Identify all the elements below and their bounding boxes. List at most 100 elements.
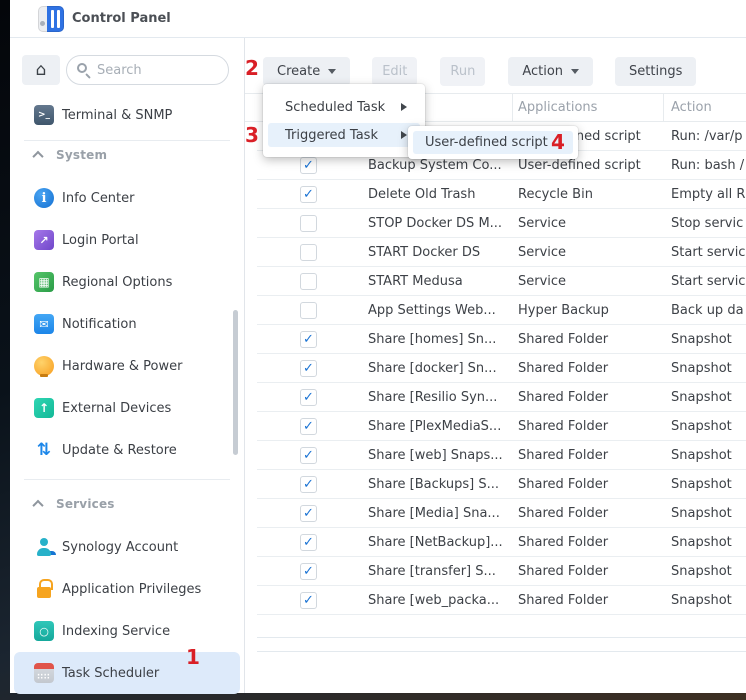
table-row: Share [homes] Sn... Shared Folder Snapshot bbox=[257, 325, 746, 354]
caret-down-icon bbox=[571, 69, 579, 78]
search-input[interactable] bbox=[66, 55, 229, 85]
table-row: STOP Docker DS M...ServiceStop servic bbox=[257, 209, 746, 238]
table-row: Delete Old TrashRecycle BinEmpty all R bbox=[257, 180, 746, 209]
create-dropdown-menu: Scheduled Task Triggered Task bbox=[263, 84, 425, 157]
column-header-applications[interactable]: Applications bbox=[518, 94, 597, 121]
sidebar-item-label: Notification bbox=[62, 317, 137, 332]
row-checkbox[interactable] bbox=[300, 273, 317, 290]
application-cell: Shared Folder bbox=[518, 506, 658, 521]
row-checkbox[interactable] bbox=[300, 215, 317, 232]
sidebar-divider bbox=[24, 479, 230, 480]
lock-icon bbox=[34, 579, 54, 599]
button-label: Action bbox=[522, 64, 563, 79]
sidebar-item-update-restore[interactable]: Update & Restore bbox=[14, 429, 240, 471]
update-restore-icon bbox=[34, 440, 54, 460]
sidebar: ⌂ Terminal & SNMP System Info Center Login … bbox=[10, 38, 245, 693]
toolbar-action-button[interactable]: Action bbox=[508, 57, 593, 86]
toolbar-edit-button[interactable]: Edit bbox=[372, 57, 417, 86]
row-checkbox[interactable] bbox=[300, 505, 317, 522]
application-cell: Shared Folder bbox=[518, 361, 658, 376]
application-cell: Shared Folder bbox=[518, 332, 658, 347]
row-checkbox[interactable] bbox=[300, 476, 317, 493]
table-row: Share [Backups] S...Shared FolderSnapsho… bbox=[257, 470, 746, 499]
sidebar-item-terminal-snmp[interactable]: Terminal & SNMP bbox=[14, 98, 240, 132]
application-cell: Shared Folder bbox=[518, 564, 658, 579]
header-divider bbox=[663, 94, 664, 121]
application-cell: Shared Folder bbox=[518, 477, 658, 492]
sidebar-item-hardware-power[interactable]: Hardware & Power bbox=[14, 345, 240, 387]
sidebar-item-application-privileges[interactable]: Application Privileges bbox=[14, 568, 240, 610]
section-header-services[interactable]: Services bbox=[10, 490, 244, 518]
row-checkbox[interactable] bbox=[300, 534, 317, 551]
row-checkbox[interactable] bbox=[300, 592, 317, 609]
task-name-cell: App Settings Web... bbox=[368, 303, 513, 318]
toolbar-run-button[interactable]: Run bbox=[440, 57, 485, 86]
action-cell: Snapshot bbox=[671, 332, 746, 347]
table-row: START Docker DSServiceStart servic bbox=[257, 238, 746, 267]
row-checkbox[interactable] bbox=[300, 447, 317, 464]
sidebar-item-info-center[interactable]: Info Center bbox=[14, 177, 240, 219]
task-name-cell: Share [PlexMediaS... bbox=[368, 419, 513, 434]
table-row: Share [NetBackup]...Shared FolderSnapsho… bbox=[257, 528, 746, 557]
sidebar-item-label: Terminal & SNMP bbox=[62, 108, 172, 123]
sidebar-item-notification[interactable]: Notification bbox=[14, 303, 240, 345]
table-row: Share [PlexMediaS...Shared FolderSnapsho… bbox=[257, 412, 746, 441]
regional-options-icon bbox=[34, 272, 54, 292]
row-checkbox[interactable] bbox=[300, 302, 317, 319]
sidebar-item-label: Indexing Service bbox=[62, 624, 170, 639]
sidebar-item-label: Task Scheduler bbox=[62, 666, 159, 681]
sidebar-item-login-portal[interactable]: Login Portal bbox=[14, 219, 240, 261]
sidebar-item-synology-account[interactable]: Synology Account bbox=[14, 526, 240, 568]
row-checkbox[interactable] bbox=[300, 331, 317, 348]
row-checkbox[interactable] bbox=[300, 360, 317, 377]
lightbulb-icon bbox=[34, 356, 54, 376]
sidebar-item-label: Regional Options bbox=[62, 275, 172, 290]
toolbar-settings-button[interactable]: Settings bbox=[615, 57, 696, 86]
sidebar-item-regional-options[interactable]: Regional Options bbox=[14, 261, 240, 303]
search-icon bbox=[77, 63, 87, 73]
row-checkbox[interactable] bbox=[300, 244, 317, 261]
sidebar-item-label: Login Portal bbox=[62, 233, 139, 248]
header-divider bbox=[512, 94, 513, 121]
row-checkbox[interactable] bbox=[300, 157, 317, 174]
action-cell: Back up da bbox=[671, 303, 746, 318]
task-name-cell: Share [homes] Sn... bbox=[368, 332, 513, 347]
sidebar-item-label: Application Privileges bbox=[62, 582, 201, 597]
button-label: Edit bbox=[382, 64, 407, 79]
task-name-cell: Share [NetBackup]... bbox=[368, 535, 513, 550]
submenu-item-user-defined-script[interactable]: User-defined script bbox=[413, 131, 573, 154]
chevron-up-icon bbox=[32, 151, 43, 162]
sidebar-item-task-scheduler[interactable]: Task Scheduler bbox=[14, 652, 240, 694]
toolbar-create-button[interactable]: Create bbox=[263, 57, 350, 86]
menu-item-label: Scheduled Task bbox=[285, 100, 385, 115]
column-header-action[interactable]: Action bbox=[671, 94, 712, 121]
section-header-system[interactable]: System bbox=[10, 141, 244, 169]
section-label: System bbox=[56, 148, 107, 162]
menu-item-scheduled-task[interactable]: Scheduled Task bbox=[268, 95, 420, 119]
row-checkbox[interactable] bbox=[300, 186, 317, 203]
sidebar-item-indexing-service[interactable]: Indexing Service bbox=[14, 610, 240, 652]
control-panel-window: Control Panel ⌂ Terminal & SNMPSystemInf… bbox=[0, 0, 746, 700]
sidebar-item-external-devices[interactable]: External Devices bbox=[14, 387, 240, 429]
row-checkbox[interactable] bbox=[300, 563, 317, 580]
table-row: Share [Resilio Syn...Shared FolderSnapsh… bbox=[257, 383, 746, 412]
menu-item-triggered-task[interactable]: Triggered Task bbox=[268, 123, 420, 147]
action-cell: Stop servic bbox=[671, 216, 746, 231]
application-cell: User-defined script bbox=[518, 158, 658, 173]
home-icon: ⌂ bbox=[36, 62, 47, 79]
task-name-cell: Backup System Co... bbox=[368, 158, 513, 173]
task-name-cell: Share [Media] Sna... bbox=[368, 506, 513, 521]
button-label: Run bbox=[450, 64, 475, 79]
calendar-icon bbox=[34, 663, 54, 683]
task-name-cell: START Docker DS bbox=[368, 245, 513, 260]
sidebar-scrollbar[interactable] bbox=[233, 310, 238, 455]
home-button[interactable]: ⌂ bbox=[22, 55, 60, 85]
action-cell: Snapshot bbox=[671, 506, 746, 521]
row-checkbox[interactable] bbox=[300, 418, 317, 435]
row-checkbox[interactable] bbox=[300, 389, 317, 406]
application-cell: Service bbox=[518, 274, 658, 289]
task-name-cell: Delete Old Trash bbox=[368, 187, 513, 202]
indexing-icon bbox=[34, 621, 54, 641]
action-cell: Run: /var/p bbox=[671, 129, 746, 144]
application-cell: Recycle Bin bbox=[518, 187, 658, 202]
